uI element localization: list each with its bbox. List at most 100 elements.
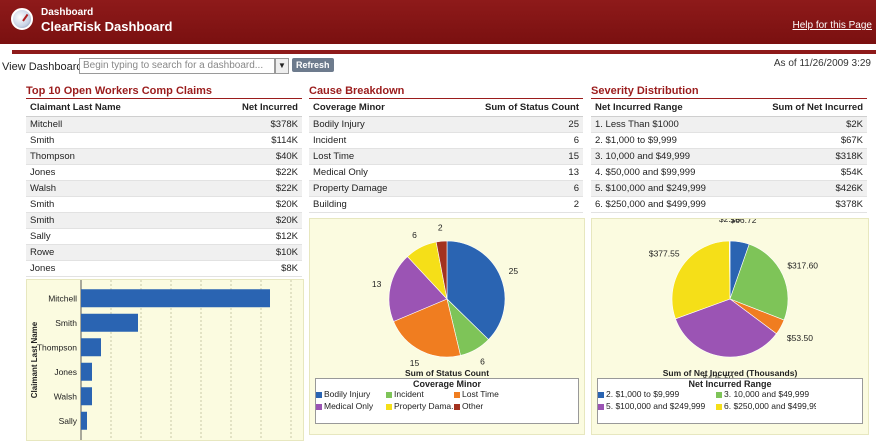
legend-item[interactable]: Lost Time: [454, 389, 518, 399]
cause-legend: Coverage Minor Bodily Injury Incident Lost…: [315, 378, 579, 424]
chevron-down-icon[interactable]: ▼: [275, 58, 289, 74]
cause-table: Coverage Minor Sum of Status Count Bodil…: [309, 99, 583, 213]
col-net-incurred[interactable]: Net Incurred: [193, 99, 302, 117]
claims-row-label: Jones: [26, 164, 194, 181]
severity-row-value: $67K: [741, 132, 867, 149]
cause-row-label: Medical Only: [309, 164, 432, 181]
legend-label: Incident: [394, 389, 424, 399]
legend-item[interactable]: Other: [454, 401, 518, 411]
claims-row[interactable]: Rowe $10K: [26, 244, 302, 261]
refresh-button[interactable]: Refresh: [292, 58, 334, 72]
claims-row[interactable]: Thompson $40K: [26, 148, 302, 165]
legend-item[interactable]: Bodily Injury: [316, 389, 386, 399]
bar-category-label: Thompson: [37, 342, 77, 352]
legend-label: 6. $250,000 and $499,999: [724, 401, 816, 411]
severity-row[interactable]: 3. 10,000 and $49,999 $318K: [591, 148, 867, 165]
legend-swatch: [716, 403, 722, 410]
claims-row-value: $12K: [193, 228, 302, 245]
bar-chart-svg: Claimant Last Name Mitchell Smith Thompson J…: [30, 280, 292, 440]
pie-data-label: 13: [372, 279, 382, 289]
cause-pie-svg: 25 6 15 13 6 2 Sum of Status Count: [372, 222, 518, 378]
pie-data-label: 6: [412, 230, 417, 240]
cause-row-value: 13: [431, 164, 583, 181]
col-coverage-minor[interactable]: Coverage Minor: [309, 99, 432, 117]
claims-row-value: $8K: [193, 260, 302, 277]
severity-legend-title: Net Incurred Range: [688, 379, 772, 389]
bar: [81, 338, 101, 357]
cause-row-label: Building: [309, 196, 432, 213]
claims-table: Claimant Last Name Net Incurred Mitchell…: [26, 99, 302, 277]
severity-row-label: 4. $50,000 and $99,999: [591, 164, 742, 181]
severity-panel: Severity Distribution Net Incurred Range…: [591, 85, 867, 213]
legend-item[interactable]: Property Dama...: [386, 401, 454, 411]
legend-item[interactable]: Medical Only: [316, 401, 386, 411]
cause-row[interactable]: Incident 6: [309, 132, 583, 149]
severity-row-label: 2. $1,000 to $9,999: [591, 132, 742, 149]
bar: [81, 411, 87, 430]
col-sum-net[interactable]: Sum of Net Incurred: [741, 99, 867, 117]
claims-row[interactable]: Jones $22K: [26, 164, 302, 181]
pie-data-label: $53.50: [787, 333, 813, 343]
legend-item[interactable]: 5. $100,000 and $249,999: [598, 401, 716, 411]
cause-row[interactable]: Building 2: [309, 196, 583, 213]
legend-label: Property Dama...: [394, 401, 454, 411]
legend-item[interactable]: 6. $250,000 and $499,999: [716, 401, 816, 411]
bar-category-label: Sally: [59, 416, 78, 426]
severity-row-label: 3. 10,000 and $49,999: [591, 148, 742, 165]
bar: [81, 289, 270, 308]
claims-row[interactable]: Sally $12K: [26, 228, 302, 245]
claims-row-label: Smith: [26, 132, 194, 149]
severity-row-label: 6. $250,000 and $499,999: [591, 196, 742, 213]
cause-row[interactable]: Bodily Injury 25: [309, 116, 583, 133]
legend-swatch: [716, 391, 722, 398]
legend-label: 3. 10,000 and $49,999: [724, 389, 810, 399]
legend-label: Medical Only: [324, 401, 374, 411]
claims-row[interactable]: Smith $20K: [26, 196, 302, 213]
legend-item[interactable]: Incident: [386, 389, 454, 399]
legend-item[interactable]: 2. $1,000 to $9,999: [598, 389, 716, 399]
legend-item[interactable]: 3. 10,000 and $49,999: [716, 389, 816, 399]
app-title: ClearRisk Dashboard: [41, 19, 173, 34]
cause-row[interactable]: Lost Time 15: [309, 148, 583, 165]
claims-row-value: $40K: [193, 148, 302, 165]
col-range[interactable]: Net Incurred Range: [591, 99, 742, 117]
pie-data-label: $377.55: [649, 248, 680, 258]
severity-row[interactable]: 5. $100,000 and $249,999 $426K: [591, 180, 867, 197]
claims-row[interactable]: Smith $20K: [26, 212, 302, 229]
legend-swatch: [454, 391, 460, 398]
cause-legend-title: Coverage Minor: [412, 379, 481, 389]
legend-swatch: [386, 403, 392, 410]
claims-row-value: $10K: [193, 244, 302, 261]
legend-label: Bodily Injury: [324, 389, 371, 399]
severity-row-label: 5. $100,000 and $249,999: [591, 180, 742, 197]
view-dashboard-label: View Dashboard: [2, 61, 83, 73]
severity-row[interactable]: 6. $250,000 and $499,999 $378K: [591, 196, 867, 213]
severity-row[interactable]: 2. $1,000 to $9,999 $67K: [591, 132, 867, 149]
severity-row[interactable]: 4. $50,000 and $99,999 $54K: [591, 164, 867, 181]
cause-row[interactable]: Medical Only 13: [309, 164, 583, 181]
cause-row-label: Lost Time: [309, 148, 432, 165]
cause-panel: Cause Breakdown Coverage Minor Sum of St…: [309, 85, 583, 213]
severity-table: Net Incurred Range Sum of Net Incurred 1…: [591, 99, 867, 213]
claims-row-value: $22K: [193, 164, 302, 181]
cause-row-value: 6: [431, 132, 583, 149]
severity-row[interactable]: 1. Less Than $1000 $2K: [591, 116, 867, 133]
claims-row-value: $378K: [193, 116, 302, 133]
claims-row-label: Sally: [26, 228, 194, 245]
col-status-count[interactable]: Sum of Status Count: [431, 99, 583, 117]
claims-row[interactable]: Mitchell $378K: [26, 116, 302, 133]
col-claimant[interactable]: Claimant Last Name: [26, 99, 194, 117]
cause-row[interactable]: Property Damage 6: [309, 180, 583, 197]
severity-row-value: $54K: [741, 164, 867, 181]
claims-row-value: $22K: [193, 180, 302, 197]
legend-label: Other: [462, 401, 484, 411]
claims-panel: Top 10 Open Workers Comp Claims Claimant…: [26, 85, 302, 277]
cause-row-value: 2: [431, 196, 583, 213]
legend-label: 5. $100,000 and $249,999: [606, 401, 706, 411]
claims-row[interactable]: Smith $114K: [26, 132, 302, 149]
legend-swatch: [316, 403, 322, 410]
dashboard-search-input[interactable]: Begin typing to search for a dashboard..…: [79, 58, 275, 74]
claims-row[interactable]: Jones $8K: [26, 260, 302, 277]
claims-row[interactable]: Walsh $22K: [26, 180, 302, 197]
help-link[interactable]: Help for this Page: [793, 20, 873, 31]
